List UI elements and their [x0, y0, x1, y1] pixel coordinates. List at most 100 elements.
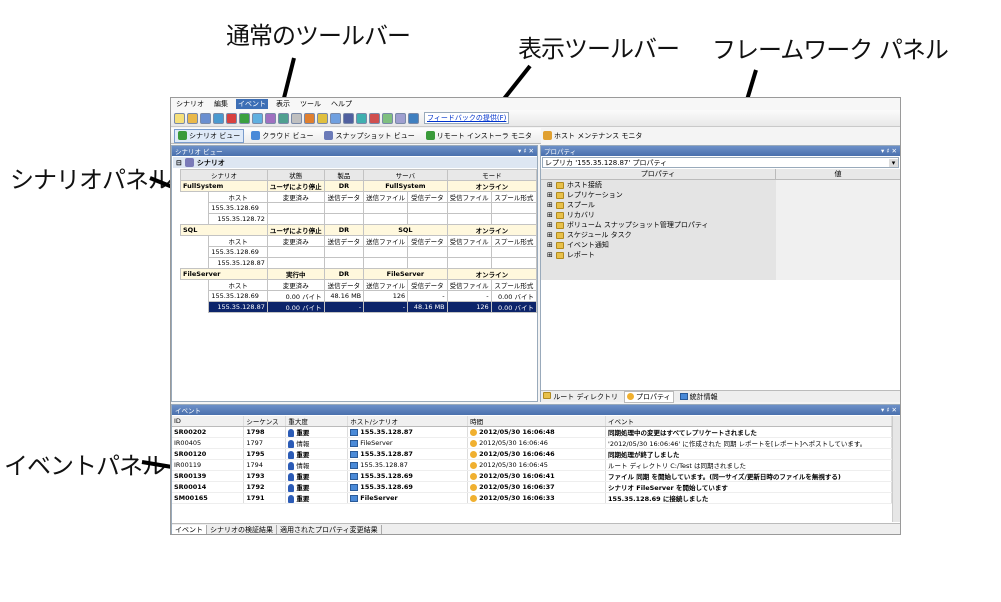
- event-column-header[interactable]: 時間: [467, 416, 607, 427]
- event-row[interactable]: SR00202 1798 重要 155.35.128.87 2012/05/30 16:…: [172, 426, 892, 438]
- folder-icon[interactable]: [187, 112, 198, 124]
- host-column-header[interactable]: 送信データ: [323, 279, 365, 291]
- property-item[interactable]: ⊞ スプール: [541, 200, 900, 210]
- stop-icon[interactable]: [226, 112, 237, 124]
- save-icon[interactable]: [200, 112, 211, 124]
- host-row[interactable]: 155.35.128.87: [180, 257, 538, 269]
- host-column-header[interactable]: 変更済み: [266, 235, 325, 247]
- host-column-header[interactable]: 受信データ: [407, 191, 448, 203]
- tab-applied-property-changes[interactable]: 適用されたプロパティ変更結果: [277, 524, 382, 534]
- host-column-header[interactable]: 変更済み: [266, 279, 325, 291]
- chart-icon[interactable]: [304, 112, 315, 124]
- tab-properties[interactable]: プロパティ: [623, 390, 674, 403]
- host-column-header[interactable]: ホスト: [208, 191, 268, 203]
- pause-icon[interactable]: [317, 112, 328, 124]
- host-column-header[interactable]: 受信ファイル: [446, 235, 492, 247]
- host-row[interactable]: 155.35.128.72: [180, 213, 538, 225]
- feedback-icon[interactable]: [408, 112, 419, 124]
- replica-icon[interactable]: [278, 112, 289, 124]
- property-item[interactable]: ⊞ イベント通知: [541, 240, 900, 250]
- value-column-header[interactable]: 値: [776, 169, 900, 179]
- host-row[interactable]: 155.35.128.69: [180, 202, 538, 214]
- event-column-header[interactable]: シーケンス: [243, 416, 287, 427]
- host-column-header[interactable]: ホスト: [208, 279, 268, 291]
- menu-scenario[interactable]: シナリオ: [174, 99, 206, 109]
- host-column-header[interactable]: 送信データ: [323, 191, 365, 203]
- view-scenario-button[interactable]: シナリオ ビュー: [174, 128, 245, 143]
- host-column-header[interactable]: 変更済み: [266, 191, 325, 203]
- host-column-header[interactable]: スプール形式: [490, 235, 538, 247]
- tab-scenario-validation[interactable]: シナリオの検証結果: [207, 524, 277, 534]
- scenario-row[interactable]: SQL ユーザにより停止 DR SQL オンライン: [180, 224, 538, 236]
- sync-icon[interactable]: [252, 112, 263, 124]
- scenario-column-header[interactable]: シナリオ: [180, 169, 268, 181]
- diff-icon[interactable]: [265, 112, 276, 124]
- expand-icon[interactable]: ⊞: [547, 211, 553, 219]
- host-row[interactable]: 155.35.128.69 0.00 バイト 48.16 MB 126- -0.00 バ…: [180, 290, 538, 302]
- view-host-maintenance-button[interactable]: ホスト メンテナンス モニタ: [539, 129, 646, 143]
- event-column-header[interactable]: ID: [172, 416, 245, 427]
- panel-controls-icon[interactable]: ▾ ♯ ✕: [881, 147, 897, 155]
- expand-icon[interactable]: ⊞: [547, 241, 553, 249]
- tab-statistics[interactable]: 統計情報: [679, 392, 718, 402]
- chevron-down-icon[interactable]: ▾: [889, 158, 898, 167]
- expand-icon[interactable]: ⊞: [547, 251, 553, 259]
- scenario-row[interactable]: FileServer 実行中 DR FileServer オンライン: [180, 268, 538, 280]
- host-column-header[interactable]: 受信ファイル: [446, 191, 492, 203]
- host-row[interactable]: 155.35.128.69: [180, 246, 538, 258]
- menu-tools[interactable]: ツール: [298, 99, 323, 109]
- collapse-icon[interactable]: ⊟: [176, 159, 182, 167]
- event-column-header[interactable]: ホスト/シナリオ: [347, 416, 469, 427]
- step-icon[interactable]: [382, 112, 393, 124]
- event-row[interactable]: SM00165 1791 重要 FileServer 2012/05/30 16:06:…: [172, 492, 892, 504]
- scenario-column-header[interactable]: モード: [446, 169, 538, 181]
- host-column-header[interactable]: スプール形式: [490, 191, 538, 203]
- event-column-header[interactable]: 重大度: [285, 416, 349, 427]
- new-icon[interactable]: [174, 112, 185, 124]
- report-icon[interactable]: [291, 112, 302, 124]
- view-cloud-button[interactable]: クラウド ビュー: [247, 129, 317, 143]
- event-row[interactable]: SR00014 1792 重要 155.35.128.69 2012/05/30 16:…: [172, 481, 892, 493]
- expand-icon[interactable]: ⊞: [547, 231, 553, 239]
- event-row[interactable]: SR00139 1793 重要 155.35.128.69 2012/05/30 16:…: [172, 470, 892, 482]
- scenario-column-header[interactable]: サーバ: [363, 169, 448, 181]
- refresh-icon[interactable]: [395, 112, 406, 124]
- host-column-header[interactable]: 送信データ: [323, 235, 365, 247]
- property-item[interactable]: ⊞ レプリケーション: [541, 190, 900, 200]
- bookmark-icon[interactable]: [343, 112, 354, 124]
- host-column-header[interactable]: ホスト: [208, 235, 268, 247]
- properties-combo[interactable]: レプリカ '155.35.128.87' プロパティ ▾: [542, 157, 899, 168]
- expand-icon[interactable]: ⊞: [547, 181, 553, 189]
- host-column-header[interactable]: 受信ファイル: [446, 279, 492, 291]
- host-column-header[interactable]: 送信ファイル: [363, 191, 409, 203]
- suspend-icon[interactable]: [330, 112, 341, 124]
- tab-events[interactable]: イベント: [172, 524, 207, 534]
- group-icon[interactable]: [213, 112, 224, 124]
- host-column-header[interactable]: 受信データ: [407, 279, 448, 291]
- restore-icon[interactable]: [369, 112, 380, 124]
- host-row[interactable]: 155.35.128.87 0.00 バイト - -48.16 MB 126 0.00 バ…: [180, 301, 538, 313]
- menu-edit[interactable]: 編集: [212, 99, 230, 109]
- scenario-column-header[interactable]: 製品: [323, 169, 365, 181]
- event-scrollbar[interactable]: [892, 416, 900, 522]
- host-column-header[interactable]: 受信データ: [407, 235, 448, 247]
- test-icon[interactable]: [356, 112, 367, 124]
- expand-icon[interactable]: ⊞: [547, 191, 553, 199]
- menu-view[interactable]: 表示: [274, 99, 292, 109]
- property-item[interactable]: ⊞ レポート: [541, 250, 900, 260]
- host-column-header[interactable]: 送信ファイル: [363, 235, 409, 247]
- property-item[interactable]: ⊞ ホスト接続: [541, 180, 900, 190]
- event-row[interactable]: IR00405 1797 情報 FileServer 2012/05/30 16:06:…: [172, 437, 892, 449]
- host-column-header[interactable]: スプール形式: [490, 279, 538, 291]
- scenario-column-header[interactable]: 状態: [266, 169, 325, 181]
- property-item[interactable]: ⊞ スケジュール タスク: [541, 230, 900, 240]
- host-column-header[interactable]: 送信ファイル: [363, 279, 409, 291]
- feedback-link[interactable]: フィードバックの提供(F): [424, 112, 510, 124]
- expand-icon[interactable]: ⊞: [547, 201, 553, 209]
- panel-controls-icon[interactable]: ▾ ♯ ✕: [881, 406, 897, 414]
- property-item[interactable]: ⊞ リカバリ: [541, 210, 900, 220]
- menu-help[interactable]: ヘルプ: [329, 99, 354, 109]
- property-column-header[interactable]: プロパティ: [541, 169, 776, 179]
- scenario-row[interactable]: FullSystem ユーザにより停止 DR FullSystem オンライン: [180, 180, 538, 192]
- tab-root-directory[interactable]: ルート ディレクトリ: [543, 391, 618, 402]
